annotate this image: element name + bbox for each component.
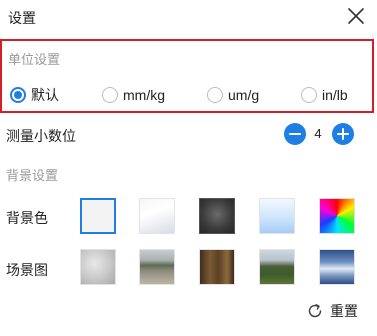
radio-unchecked-icon[interactable] (102, 87, 118, 103)
unit-radio-in-lb[interactable]: in/lb (301, 86, 348, 104)
scene-swatch-sky[interactable] (319, 249, 355, 285)
unit-radio-default[interactable]: 默认 (10, 86, 59, 104)
precision-label: 测量小数位 (6, 128, 76, 144)
plus-icon (337, 128, 349, 140)
background-color-label: 背景色 (6, 210, 48, 226)
scene-swatch-gray-blur[interactable] (80, 249, 116, 285)
unit-radio-label: 默认 (31, 87, 59, 103)
unit-settings-panel: 单位设置 默认 mm/kg um/g in/lb (0, 39, 374, 113)
scene-image-label: 场景图 (6, 262, 48, 278)
increment-button[interactable] (332, 123, 354, 145)
close-button[interactable] (343, 3, 369, 29)
scene-swatch-room[interactable] (199, 249, 235, 285)
radio-unchecked-icon[interactable] (207, 87, 223, 103)
minus-icon (289, 133, 301, 135)
bg-color-swatch-rainbow[interactable] (319, 198, 355, 234)
refresh-icon (308, 304, 322, 318)
radio-unchecked-icon[interactable] (301, 87, 317, 103)
unit-radio-mm-kg[interactable]: mm/kg (102, 86, 165, 104)
scene-swatch-field[interactable] (259, 249, 295, 285)
dialog-title: 设置 (8, 10, 36, 26)
bg-color-swatch-sky-blue[interactable] (259, 198, 295, 234)
bg-color-swatch-blank[interactable] (80, 198, 116, 234)
unit-radio-um-g[interactable]: um/g (207, 86, 259, 104)
close-icon[interactable] (348, 8, 364, 24)
unit-radio-label: in/lb (322, 87, 348, 103)
settings-dialog: 设置 单位设置 默认 mm/kg um/g in/lb 测量小数位 4 背景设置… (0, 0, 377, 336)
background-section-label: 背景设置 (6, 168, 59, 183)
bg-color-swatch-white-gradient[interactable] (139, 198, 175, 234)
precision-value: 4 (314, 126, 322, 141)
radio-checked-icon[interactable] (10, 87, 26, 103)
bg-color-swatch-dark[interactable] (199, 198, 235, 234)
reset-label: 重置 (330, 303, 358, 319)
unit-radio-label: mm/kg (123, 87, 165, 103)
decrement-button[interactable] (284, 123, 306, 145)
scene-swatch-street[interactable] (139, 249, 175, 285)
unit-section-label: 单位设置 (8, 52, 61, 67)
unit-radio-label: um/g (228, 87, 260, 103)
reset-button[interactable]: 重置 (307, 301, 358, 321)
